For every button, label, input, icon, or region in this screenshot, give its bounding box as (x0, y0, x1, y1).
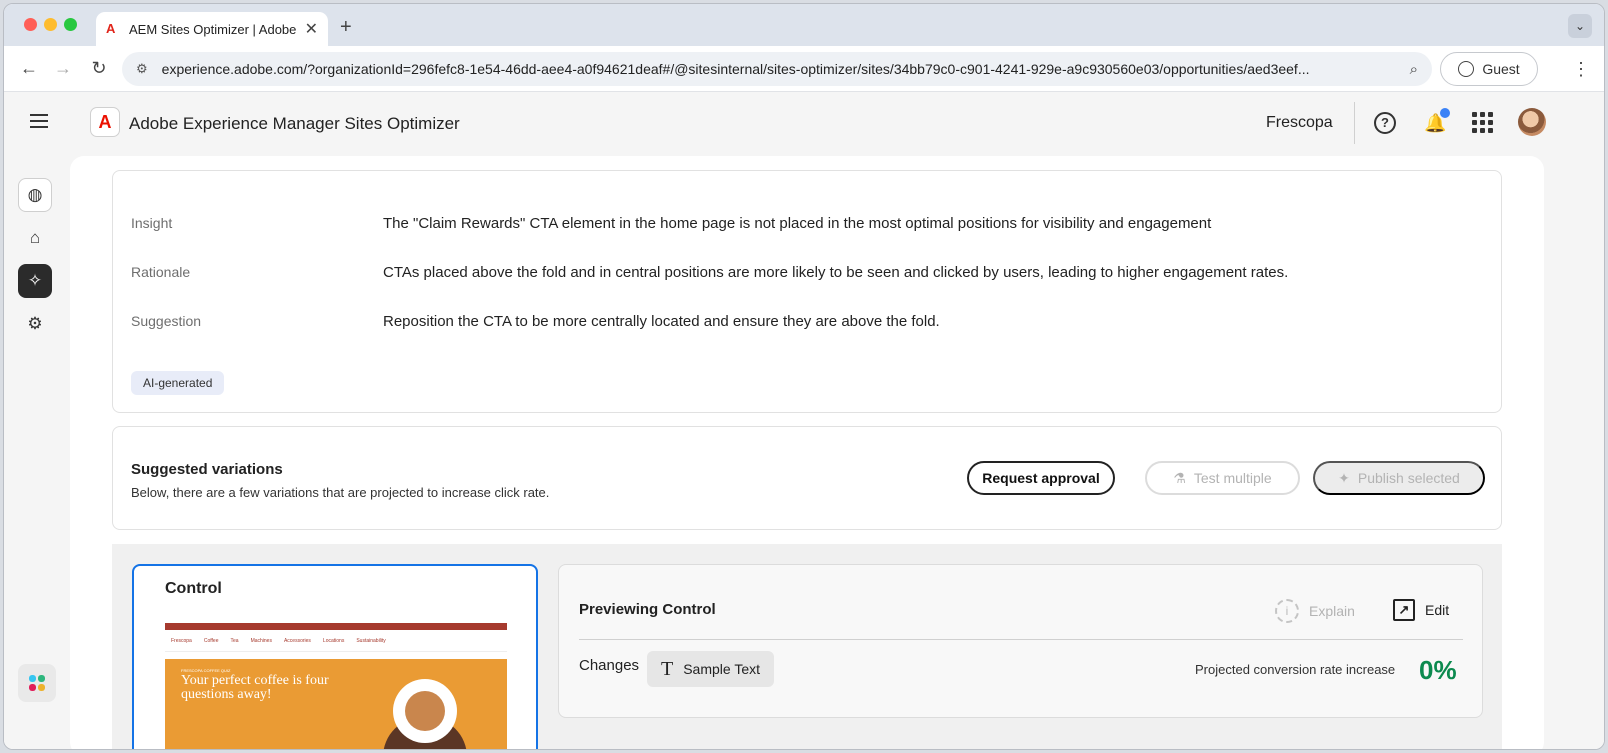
slack-icon[interactable] (18, 664, 56, 702)
projected-label: Projected conversion rate increase (1195, 662, 1396, 677)
changes-label: Changes (579, 657, 640, 674)
thumb-hero: FRESCOPA COFFEE QUIZ Your perfect coffee… (165, 659, 507, 749)
thumb-nav-item: Coffee (203, 637, 219, 644)
preview-card: Previewing Control i Explain ↗ Edit Chan… (558, 564, 1483, 718)
preview-title: Previewing Control (579, 601, 716, 618)
app-container: A Adobe Experience Manager Sites Optimiz… (4, 92, 1604, 749)
minimize-window-button[interactable] (44, 18, 57, 31)
rationale-text: CTAs placed above the fold and in centra… (383, 264, 1289, 281)
insight-card: Insight The "Claim Rewards" CTA element … (112, 170, 1502, 413)
ai-generated-badge: AI-generated (131, 371, 225, 395)
variations-title: Suggested variations (131, 461, 283, 478)
edit-arrow-icon: ↗ (1393, 599, 1415, 621)
zoom-icon[interactable]: ⌕ (1410, 61, 1418, 78)
thumb-hero-headline: Your perfect coffee is four questions aw… (181, 673, 329, 702)
app-switcher-icon[interactable] (1472, 112, 1493, 133)
address-bar[interactable]: ⚙ experience.adobe.com/?organizationId=2… (122, 52, 1432, 86)
thumb-top-text: SHIPPING FREE $35 & FREE COFFEE SAMPLES … (169, 633, 273, 637)
tab-search-chevron-icon[interactable]: ⌄ (1568, 14, 1592, 38)
control-title: Control (165, 580, 222, 597)
browser-toolbar: ← → ↻ ⚙ experience.adobe.com/?organizati… (4, 46, 1604, 92)
app-title: Adobe Experience Manager Sites Optimizer (129, 114, 460, 133)
profile-button[interactable]: Guest (1440, 52, 1538, 86)
explain-label: Explain (1309, 603, 1355, 619)
url-text: experience.adobe.com/?organizationId=296… (161, 61, 1310, 77)
sparkle-icon: ✦ (1338, 469, 1350, 486)
settings-gear-icon[interactable]: ⚙ (18, 307, 52, 341)
profile-label: Guest (1482, 61, 1520, 77)
thumb-nav-item: Sustainability (356, 637, 386, 644)
browser-tab[interactable]: A AEM Sites Optimizer | Adobe Ex ✕ (96, 12, 328, 46)
test-multiple-label: Test multiple (1193, 470, 1272, 486)
explain-button[interactable]: i Explain (1275, 599, 1355, 623)
header-divider (1354, 102, 1355, 144)
close-tab-icon[interactable]: ✕ (305, 19, 318, 39)
beaker-icon: ⚗ (1173, 469, 1186, 486)
request-approval-button[interactable]: Request approval (967, 461, 1115, 495)
publish-selected-button[interactable]: ✦ Publish selected (1313, 461, 1485, 495)
reload-icon[interactable]: ↻ (88, 58, 110, 79)
thumb-logo: Frescopa (171, 637, 192, 644)
insight-text: The "Claim Rewards" CTA element in the h… (383, 215, 1212, 232)
back-icon[interactable]: ← (18, 58, 40, 79)
adobe-favicon-icon: A (106, 21, 116, 36)
edit-button[interactable]: ↗ Edit (1393, 599, 1449, 621)
browser-menu-icon[interactable]: ⋮ (1572, 59, 1590, 80)
help-icon[interactable]: ? (1374, 112, 1396, 134)
thumb-nav-item: Accessories (283, 637, 311, 644)
suggested-variations-card: Suggested variations Below, there are a … (112, 426, 1502, 530)
insight-label: Insight (131, 215, 173, 231)
notification-dot (1438, 106, 1452, 120)
org-switcher[interactable]: Frescopa (1266, 114, 1333, 132)
chip-label: Sample Text (683, 661, 760, 677)
suggestion-label: Suggestion (131, 313, 202, 329)
left-rail: ◍ ⌂ ✧ ⚙ (4, 154, 70, 749)
publish-selected-label: Publish selected (1357, 470, 1460, 486)
thumb-nav-item: Machines (250, 637, 272, 644)
thumb-nav-item: Tea (230, 637, 239, 644)
close-window-button[interactable] (24, 18, 37, 31)
control-variation-card[interactable]: Control SHIPPING FREE $35 & FREE COFFEE … (132, 564, 538, 749)
tab-bar: A AEM Sites Optimizer | Adobe Ex ✕ + ⌄ (4, 4, 1604, 46)
hamburger-menu-icon[interactable] (30, 114, 48, 128)
thumb-nav-item: Locations (322, 637, 345, 644)
tab-title: AEM Sites Optimizer | Adobe Ex (129, 21, 299, 37)
main-panel: Insight The "Claim Rewards" CTA element … (70, 156, 1544, 749)
test-multiple-button[interactable]: ⚗ Test multiple (1145, 461, 1300, 495)
adobe-logo-icon: A (90, 107, 120, 137)
rationale-label: Rationale (131, 264, 191, 280)
site-info-icon[interactable]: ⚙ (136, 61, 148, 77)
globe-icon[interactable]: ◍ (18, 178, 52, 212)
control-thumbnail: SHIPPING FREE $35 & FREE COFFEE SAMPLES … (165, 623, 507, 749)
home-icon[interactable]: ⌂ (18, 221, 52, 255)
forward-icon[interactable]: → (52, 58, 74, 79)
variations-preview-area: Control SHIPPING FREE $35 & FREE COFFEE … (112, 544, 1502, 749)
profile-icon (1458, 61, 1475, 77)
new-tab-icon[interactable]: + (340, 16, 352, 39)
variations-subtitle: Below, there are a few variations that a… (131, 485, 550, 500)
preview-divider (579, 639, 1463, 640)
edit-label: Edit (1425, 602, 1450, 618)
suggestion-text: Reposition the CTA to be more centrally … (383, 313, 940, 330)
maximize-window-button[interactable] (64, 18, 77, 31)
sample-text-chip[interactable]: T Sample Text (647, 651, 774, 687)
projected-value: 0% (1419, 655, 1457, 685)
user-avatar[interactable] (1518, 108, 1546, 136)
coffee-cup-illustration (393, 679, 457, 743)
thumb-top-banner: SHIPPING FREE $35 & FREE COFFEE SAMPLES … (165, 623, 507, 637)
text-type-icon: T (661, 657, 674, 680)
opportunities-icon[interactable]: ✧ (18, 264, 52, 298)
explain-info-icon: i (1275, 599, 1299, 623)
browser-window: A AEM Sites Optimizer | Adobe Ex ✕ + ⌄ ←… (3, 3, 1605, 750)
app-header: A Adobe Experience Manager Sites Optimiz… (4, 92, 1604, 154)
